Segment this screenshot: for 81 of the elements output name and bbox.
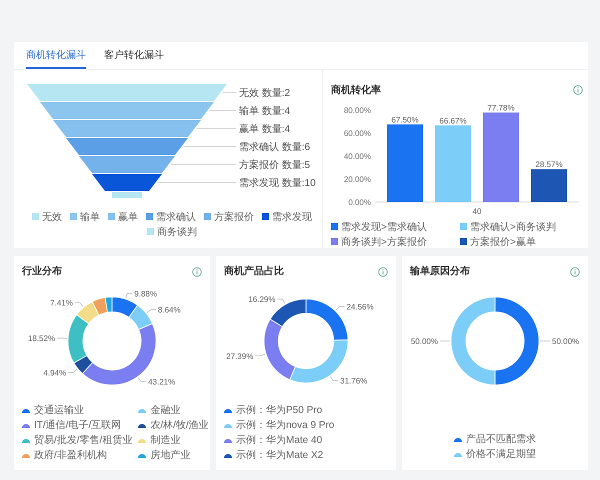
axis-label: 60.00% (344, 129, 371, 138)
leader-line (146, 309, 156, 314)
legend-item: 贸易/批发/零售/租赁业 (22, 433, 132, 448)
legend-item: 产品不匹配需求 (454, 432, 536, 447)
legend-item: 输单 (70, 210, 100, 225)
value-label: 43.21% (148, 378, 176, 387)
legend-item: 价格不满足期望 (454, 447, 536, 462)
axis-label: 40 (472, 207, 482, 216)
leader-line (330, 376, 338, 381)
value-label: 28.57% (535, 160, 563, 170)
info-icon[interactable] (573, 84, 583, 95)
value-label: 50.00% (552, 337, 580, 346)
info-icon[interactable] (192, 266, 202, 276)
leader-line (540, 340, 550, 342)
funnel-label: 需求发现 数量:10 (239, 178, 316, 189)
legend-item: 赢单 (108, 210, 138, 225)
legend-item: 商务谈判 (147, 225, 197, 240)
info-icon[interactable] (570, 266, 580, 276)
card-title: 商机产品占比 (224, 264, 284, 279)
legend-item: 示例：华为nova 9 Pro (224, 418, 334, 433)
value-label: 8.64% (158, 306, 181, 315)
card-title: 输单原因分布 (410, 264, 470, 279)
value-label: 66.67% (439, 116, 467, 126)
value-label: 9.88% (134, 289, 157, 298)
chart-title: 商机转化率 (331, 83, 381, 98)
legend-item: 需求确认 (146, 210, 196, 225)
leader-line (209, 110, 236, 111)
value-label: 18.52% (28, 334, 56, 344)
leader-line (138, 377, 146, 382)
value-label: 77.78% (487, 104, 515, 113)
funnel-label: 方案报价 数量:5 (239, 160, 310, 171)
funnel-label: 输单 数量:4 (239, 106, 290, 117)
legend-item: 制造业 (138, 433, 209, 448)
value-label: 31.76% (340, 376, 368, 386)
legend-item: 房地产业 (138, 448, 209, 463)
leader-line (183, 146, 236, 147)
legend-item: 方案报价 (204, 210, 254, 225)
legend-item: 需求发现 (262, 210, 312, 225)
leader-line (170, 164, 236, 165)
value-label: 4.94% (43, 368, 66, 378)
leader-line (440, 340, 450, 342)
legend-item: 示例：华为P50 Pro (224, 403, 334, 418)
leader-line (68, 368, 78, 373)
leader-line (74, 302, 84, 307)
value-label: 24.56% (346, 302, 374, 312)
funnel-label: 赢单 数量:4 (239, 124, 290, 135)
legend-item: 无效 (32, 210, 62, 225)
leader-line (336, 306, 345, 311)
axis-label: 0.00% (348, 198, 371, 207)
value-label: 16.29% (248, 295, 276, 304)
card-title: 行业分布 (22, 264, 62, 279)
axis-label: 20.00% (344, 175, 371, 184)
axis-label: 80.00% (344, 106, 371, 115)
legend-item: 农/林/牧/渔业 (138, 418, 209, 433)
chart-bar (531, 169, 567, 202)
legend-item: 需求发现>需求确认 (331, 220, 454, 235)
legend-item: 示例：华为Mate X2 (224, 448, 334, 463)
leader-line (222, 92, 236, 93)
legend-item: 需求确认>商务谈判 (460, 220, 583, 235)
leader-line (277, 298, 286, 304)
tab[interactable]: 商机转化漏斗 (26, 42, 86, 69)
axis-label: 40.00% (344, 152, 371, 161)
leader-line (125, 293, 133, 298)
tab[interactable]: 客户转化漏斗 (104, 42, 164, 69)
value-label: 7.41% (50, 298, 73, 308)
funnel-label: 需求确认 数量:6 (239, 142, 310, 153)
legend-item: 政府/非盈利机构 (22, 448, 132, 463)
legend-item: IT/通信/电子/互联网 (22, 418, 132, 433)
value-label: 50.00% (410, 337, 438, 346)
legend-item: 交通运输业 (22, 403, 132, 418)
value-label: 27.39% (226, 352, 254, 361)
leader-line (56, 338, 68, 339)
funnel-label: 无效 数量:2 (239, 88, 290, 99)
leader-line (196, 128, 236, 129)
info-icon[interactable] (378, 266, 388, 276)
leader-line (254, 354, 266, 356)
legend-item: 示例：华为Mate 40 (224, 433, 334, 448)
legend-item: 方案报价>赢单 (460, 235, 583, 250)
value-label: 67.50% (391, 115, 419, 124)
legend-item: 金融业 (138, 403, 209, 418)
legend-item: 商务谈判>方案报价 (331, 235, 454, 250)
